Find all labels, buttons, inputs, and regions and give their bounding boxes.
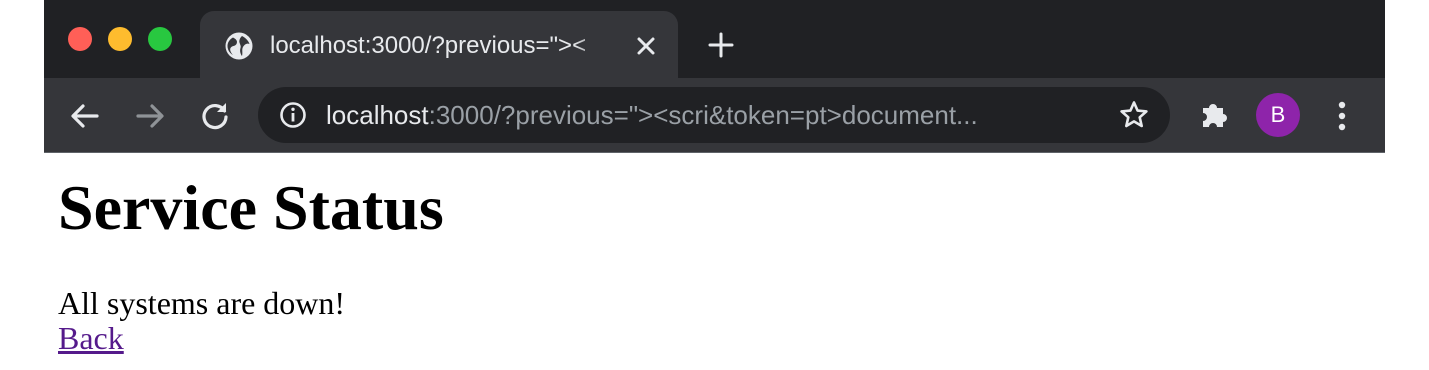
url-host: localhost bbox=[326, 100, 429, 130]
browser-window: localhost:3000/?previous=">< localhost:3… bbox=[44, 0, 1385, 153]
url-path: :3000/?previous="><scri&token=pt>documen… bbox=[428, 100, 978, 130]
window-maximize-button[interactable] bbox=[148, 27, 172, 51]
address-bar[interactable]: localhost:3000/?previous="><scri&token=p… bbox=[258, 87, 1170, 143]
url-text[interactable]: localhost:3000/?previous="><scri&token=p… bbox=[326, 99, 1096, 131]
globe-icon bbox=[225, 32, 253, 60]
info-icon[interactable] bbox=[279, 101, 307, 129]
reload-icon[interactable] bbox=[198, 99, 232, 133]
window-close-button[interactable] bbox=[68, 27, 92, 51]
browser-tab[interactable]: localhost:3000/?previous=">< bbox=[200, 11, 678, 78]
arrow-left-icon[interactable] bbox=[68, 99, 102, 133]
arrow-right-icon[interactable] bbox=[133, 99, 167, 133]
plus-icon[interactable] bbox=[706, 30, 736, 60]
avatar[interactable]: B bbox=[1256, 93, 1300, 137]
puzzle-icon[interactable] bbox=[1199, 98, 1231, 130]
page-title: Service Status bbox=[58, 172, 444, 243]
close-icon[interactable] bbox=[632, 32, 660, 60]
window-minimize-button[interactable] bbox=[108, 27, 132, 51]
star-icon[interactable] bbox=[1118, 99, 1150, 131]
more-vert-icon[interactable] bbox=[1330, 99, 1354, 133]
back-link[interactable]: Back bbox=[58, 320, 124, 356]
status-message: All systems are down! bbox=[58, 285, 346, 321]
tab-title: localhost:3000/?previous=">< bbox=[270, 32, 587, 59]
browser-toolbar: localhost:3000/?previous="><scri&token=p… bbox=[44, 78, 1385, 153]
